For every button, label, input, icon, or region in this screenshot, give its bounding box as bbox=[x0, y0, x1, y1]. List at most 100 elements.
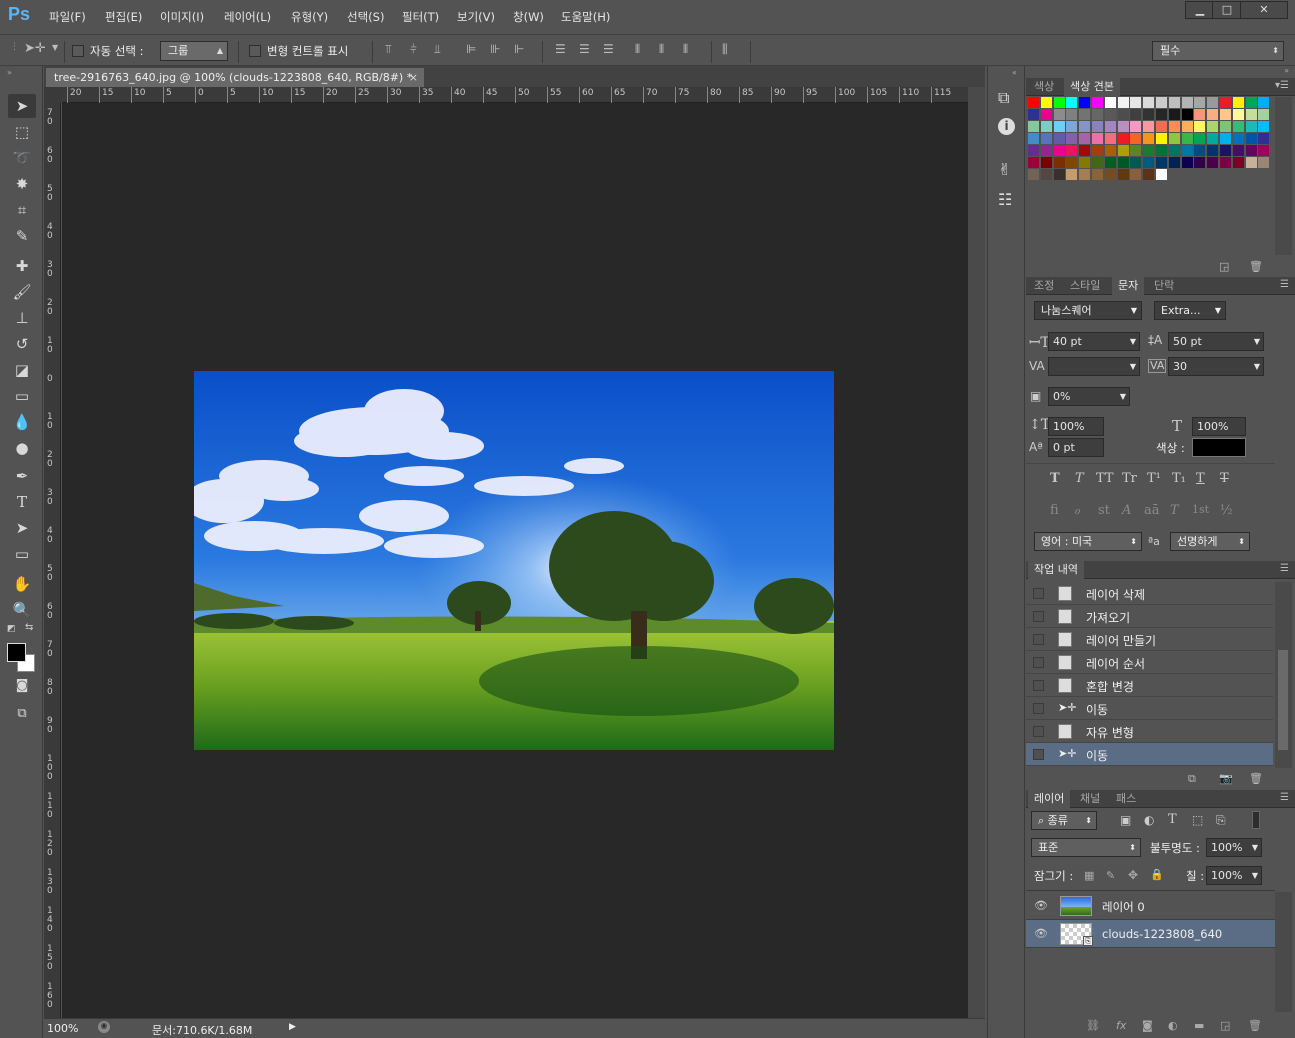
color-swatch[interactable] bbox=[1258, 97, 1270, 108]
color-swatch[interactable] bbox=[1117, 97, 1129, 108]
color-swatch[interactable] bbox=[1053, 121, 1065, 132]
history-source-checkbox[interactable] bbox=[1033, 657, 1044, 668]
color-swatch[interactable] bbox=[1079, 145, 1091, 156]
eye-icon[interactable]: 👁 bbox=[1034, 927, 1048, 940]
subscript-button[interactable]: T₁ bbox=[1172, 471, 1186, 486]
status-menu-arrow-icon[interactable]: ▶ bbox=[289, 1022, 296, 1032]
healing-brush-tool-icon[interactable]: ✚ bbox=[8, 254, 36, 278]
color-swatch[interactable] bbox=[1168, 97, 1180, 108]
color-swatch[interactable] bbox=[1232, 157, 1244, 168]
opacity-field[interactable]: 100% ▼ bbox=[1206, 838, 1262, 857]
history-item[interactable]: 레이어 삭제 bbox=[1026, 582, 1273, 605]
color-swatch[interactable] bbox=[1181, 121, 1193, 132]
menu-window[interactable]: 창(W) bbox=[513, 9, 544, 25]
history-item[interactable]: 가져오기 bbox=[1026, 605, 1273, 628]
color-swatch[interactable] bbox=[1092, 133, 1103, 144]
color-swatch[interactable] bbox=[1040, 169, 1052, 180]
color-swatch[interactable] bbox=[1040, 97, 1052, 108]
faux-italic-button[interactable]: T bbox=[1075, 471, 1084, 486]
layer-name[interactable]: 레이어 0 bbox=[1102, 899, 1145, 915]
color-swatch[interactable] bbox=[1220, 145, 1231, 156]
color-swatch[interactable] bbox=[1168, 121, 1180, 132]
pixel-filter-icon[interactable]: ▣ bbox=[1120, 813, 1131, 827]
align-right-icon[interactable]: ⊩ bbox=[514, 42, 524, 56]
color-swatch[interactable] bbox=[1220, 157, 1231, 168]
color-swatch[interactable] bbox=[1194, 97, 1206, 108]
color-swatch[interactable] bbox=[1194, 109, 1206, 120]
align-left-icon[interactable]: ⊫ bbox=[466, 42, 476, 56]
blur-tool-icon[interactable]: 💧 bbox=[8, 410, 36, 434]
color-swatch[interactable] bbox=[1053, 157, 1065, 168]
trash-icon[interactable]: 🗑 bbox=[1248, 1019, 1262, 1032]
align-bottom-icon[interactable]: ⫫ bbox=[434, 42, 441, 57]
color-swatch[interactable] bbox=[1104, 157, 1116, 168]
menu-select[interactable]: 선택(S) bbox=[347, 9, 384, 25]
color-swatch[interactable] bbox=[1066, 133, 1078, 144]
color-swatch[interactable] bbox=[1168, 109, 1180, 120]
tab-color[interactable]: 색상 bbox=[1028, 78, 1060, 96]
properties-icon[interactable]: ☷ bbox=[998, 190, 1012, 209]
color-swatch[interactable] bbox=[1232, 133, 1244, 144]
fx-icon[interactable]: fx bbox=[1116, 1019, 1126, 1032]
rectangle-tool-icon[interactable]: ▭ bbox=[8, 542, 36, 566]
collapse-icon[interactable]: » bbox=[7, 68, 12, 77]
color-swatch[interactable] bbox=[1028, 109, 1039, 120]
color-swatch[interactable] bbox=[1104, 133, 1116, 144]
panel-menu-icon[interactable]: ☰ bbox=[1280, 563, 1289, 574]
antialias-dropdown[interactable]: 선명하게 ⬍ bbox=[1170, 532, 1250, 551]
ligatures-button[interactable]: fi bbox=[1050, 503, 1059, 518]
color-swatch[interactable] bbox=[1117, 133, 1129, 144]
distribute-left-icon[interactable]: ⫴ bbox=[635, 42, 640, 57]
transform-controls-checkbox[interactable] bbox=[249, 45, 261, 57]
color-swatch[interactable] bbox=[1207, 109, 1219, 120]
distribute-bottom-icon[interactable]: ☰ bbox=[603, 42, 614, 56]
swash-button[interactable]: A bbox=[1122, 503, 1131, 518]
color-swatch[interactable] bbox=[1220, 109, 1231, 120]
color-swatch[interactable] bbox=[1130, 169, 1142, 180]
color-swatch[interactable] bbox=[1079, 109, 1091, 120]
color-swatch[interactable] bbox=[1040, 109, 1052, 120]
color-swatch[interactable] bbox=[1156, 121, 1167, 132]
magic-wand-tool-icon[interactable]: ✸ bbox=[8, 172, 36, 196]
color-swatch[interactable] bbox=[1156, 97, 1167, 108]
color-swatch[interactable] bbox=[1207, 121, 1219, 132]
filter-toggle[interactable] bbox=[1252, 811, 1260, 829]
menu-file[interactable]: 파일(F) bbox=[49, 9, 86, 25]
tab-character[interactable]: 문자 bbox=[1112, 277, 1145, 295]
color-swatch[interactable] bbox=[1104, 169, 1116, 180]
color-swatch[interactable] bbox=[1258, 133, 1270, 144]
smart-object-filter-icon[interactable]: ⎘ bbox=[1216, 813, 1226, 828]
tab-adjustments[interactable]: 조정 bbox=[1028, 277, 1060, 295]
history-panel-icon[interactable]: ⧉ bbox=[998, 88, 1009, 108]
new-layer-icon[interactable]: ◲ bbox=[1220, 1019, 1230, 1032]
history-scrollbar[interactable] bbox=[1275, 582, 1292, 768]
font-family-dropdown[interactable]: 나눔스퀘어 ▼ bbox=[1034, 301, 1142, 320]
color-swatch[interactable] bbox=[1168, 145, 1180, 156]
color-swatch[interactable] bbox=[1028, 157, 1039, 168]
chevron-down-icon[interactable]: ▼ bbox=[52, 43, 58, 52]
history-item[interactable]: ➤✛ 이동 bbox=[1026, 697, 1273, 720]
color-swatch[interactable] bbox=[1194, 121, 1206, 132]
share-icon[interactable]: ◉ bbox=[98, 1021, 110, 1033]
tab-swatches[interactable]: 색상 견본 bbox=[1064, 78, 1120, 96]
history-item[interactable]: 혼합 변경 bbox=[1026, 674, 1273, 697]
color-swatch[interactable] bbox=[1143, 109, 1155, 120]
type-filter-icon[interactable]: T bbox=[1168, 812, 1177, 827]
small-caps-button[interactable]: Tr bbox=[1122, 471, 1137, 486]
distribute-right-icon[interactable]: ⫴ bbox=[683, 42, 688, 57]
color-swatch[interactable] bbox=[1117, 145, 1129, 156]
layer-row[interactable]: 👁 레이어 0 bbox=[1026, 892, 1275, 920]
ruler-origin[interactable] bbox=[44, 87, 62, 103]
font-style-dropdown[interactable]: Extra... ▼ bbox=[1154, 301, 1226, 320]
color-swatch[interactable] bbox=[1245, 133, 1257, 144]
color-swatch[interactable] bbox=[1232, 121, 1244, 132]
history-source-checkbox[interactable] bbox=[1033, 703, 1044, 714]
color-swatch[interactable] bbox=[1092, 97, 1103, 108]
kerning-field[interactable]: ▼ bbox=[1048, 357, 1140, 376]
collapse-icon[interactable]: » bbox=[1284, 66, 1289, 75]
scrollbar-thumb[interactable] bbox=[1278, 650, 1288, 750]
color-swatch[interactable] bbox=[1028, 133, 1039, 144]
color-swatch[interactable] bbox=[1066, 109, 1078, 120]
brush-presets-icon[interactable]: ✌ bbox=[998, 160, 1011, 179]
color-swatch[interactable] bbox=[1117, 109, 1129, 120]
